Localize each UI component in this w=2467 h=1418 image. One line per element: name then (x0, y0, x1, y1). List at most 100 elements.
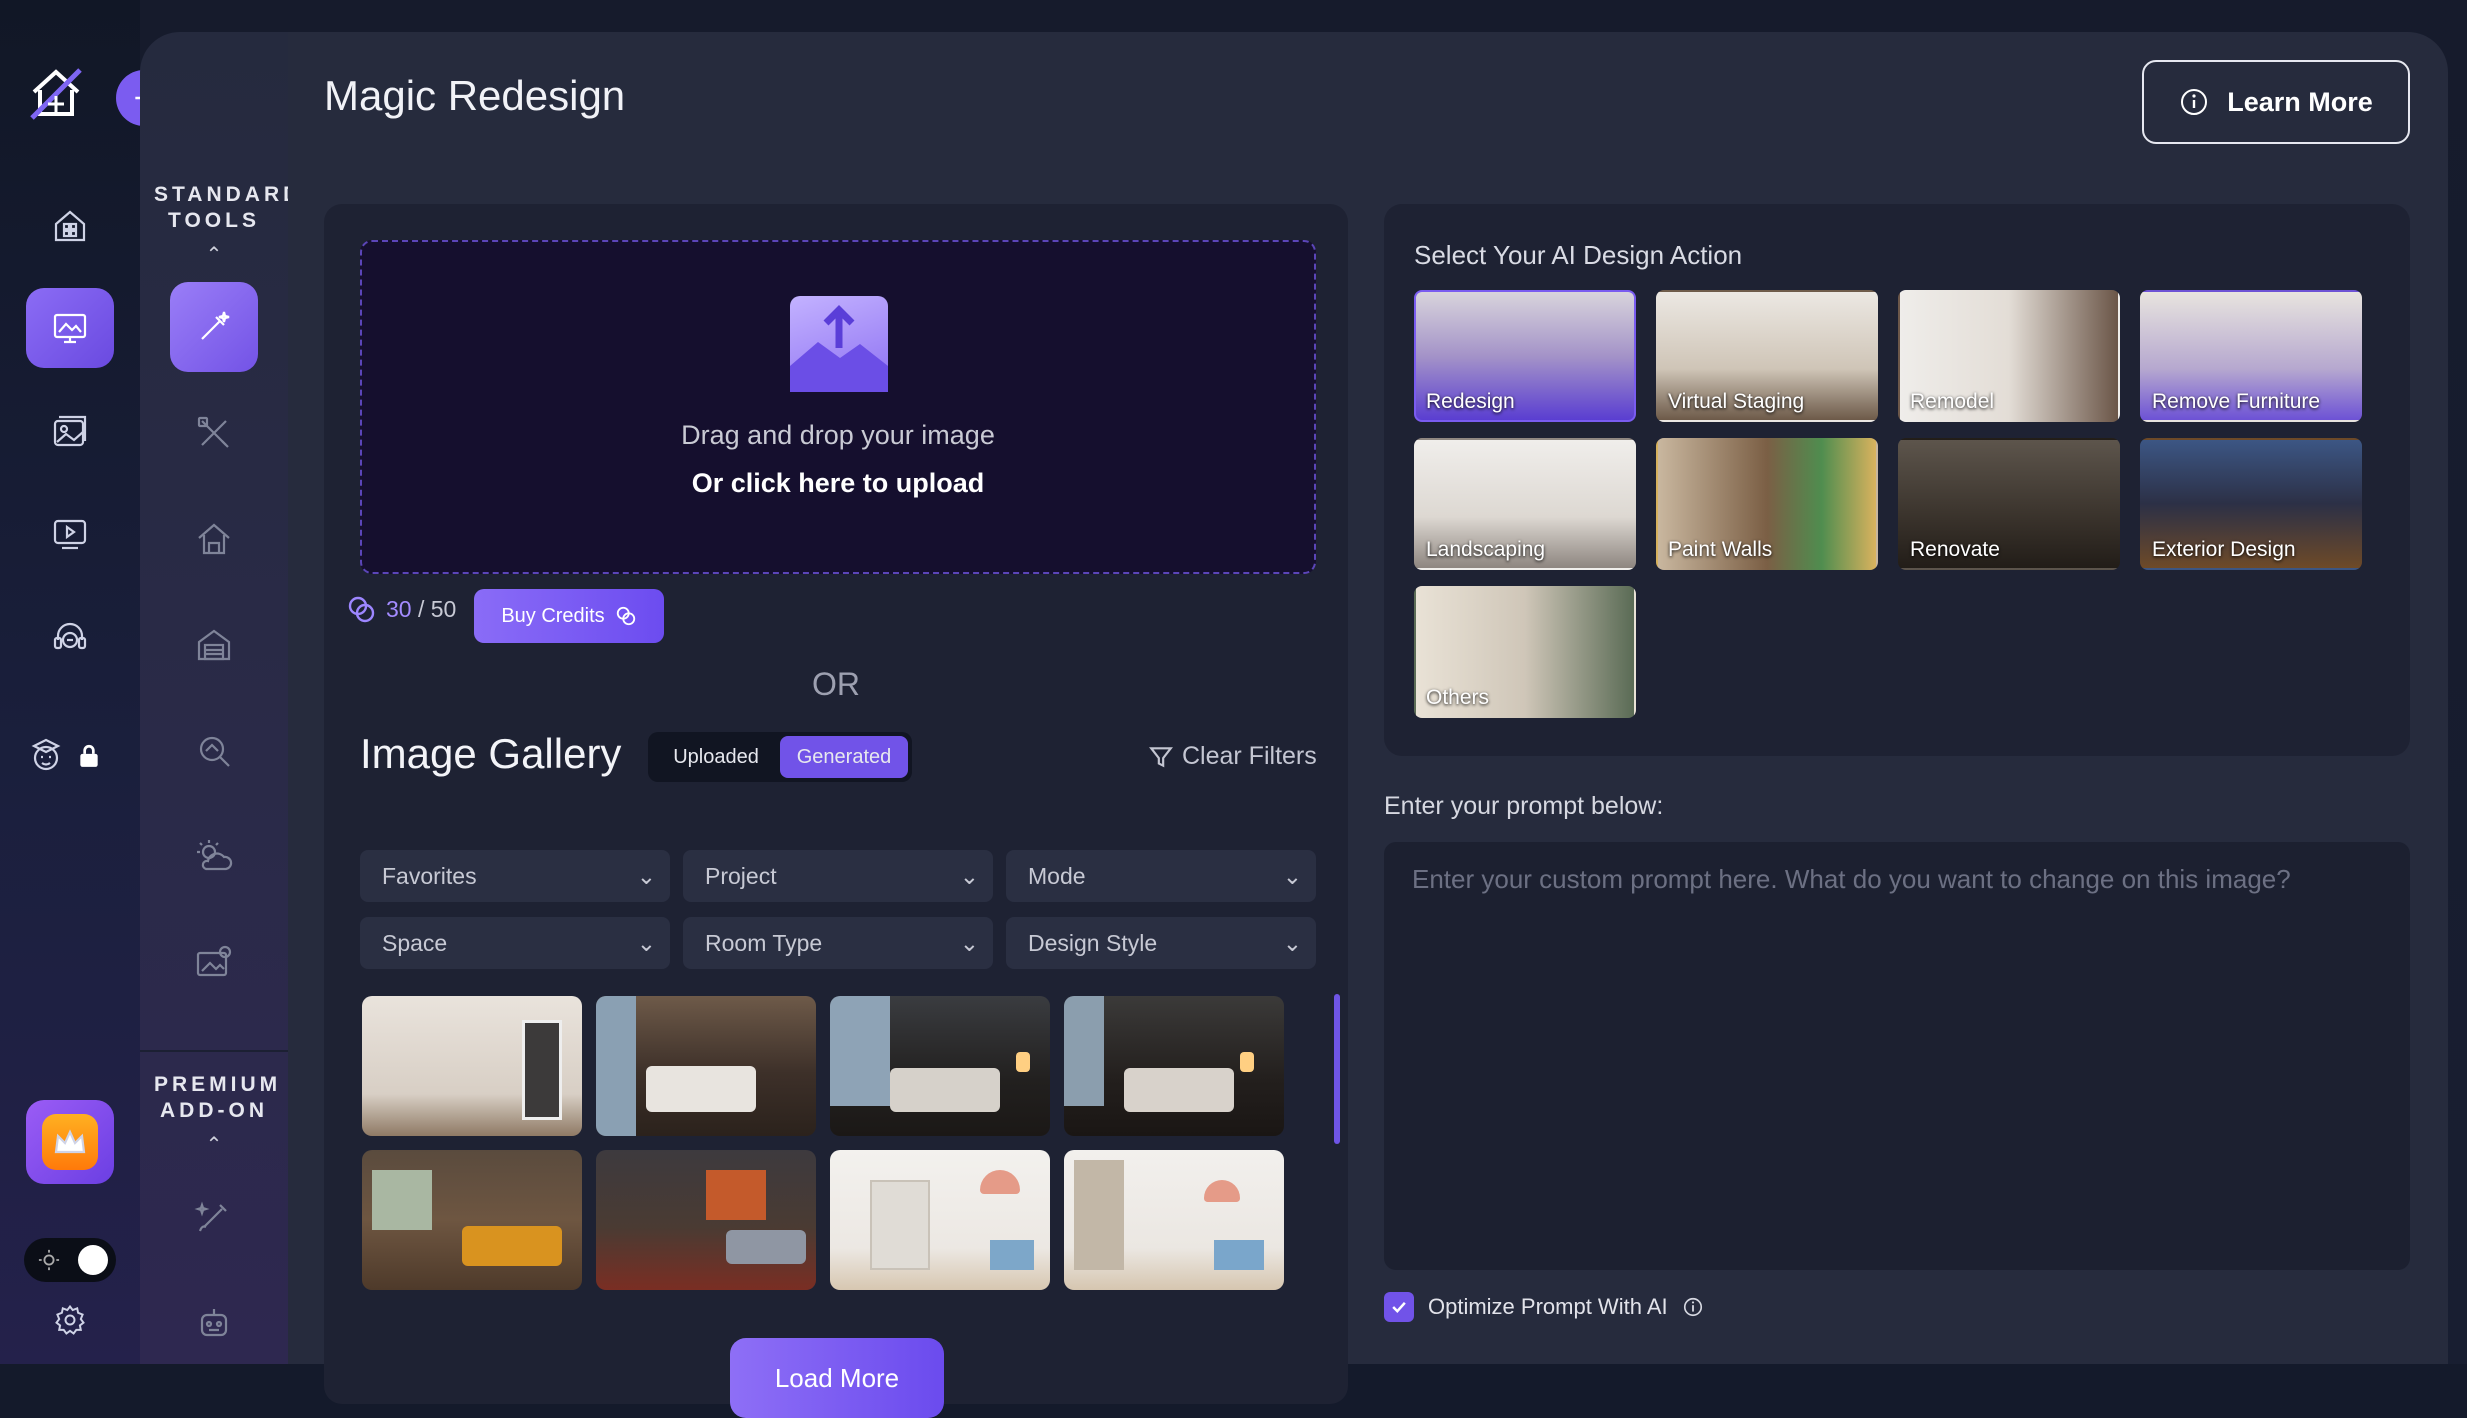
buy-credits-label: Buy Credits (501, 604, 605, 627)
action-label: Exterior Design (2152, 538, 2296, 561)
action-redesign[interactable]: Redesign (1414, 290, 1636, 422)
filter-design-style-label: Design Style (1028, 929, 1158, 956)
collapse-standard-chevron[interactable]: ⌃ (140, 242, 288, 267)
filter-icon (1149, 746, 1173, 767)
gallery-image[interactable] (596, 1150, 816, 1290)
optimize-prompt-option[interactable]: Optimize Prompt With AI (1384, 1292, 1704, 1322)
action-virtual-staging[interactable]: Virtual Staging (1656, 290, 1878, 422)
action-remove-furniture[interactable]: Remove Furniture (2140, 290, 2362, 422)
coins-icon (348, 596, 375, 623)
chevron-down-icon: ⌄ (1282, 929, 1302, 956)
tool-magic-wand[interactable] (170, 282, 258, 372)
gallery-title: Image Gallery (360, 730, 622, 777)
optimize-label: Optimize Prompt With AI (1428, 1294, 1668, 1319)
tab-generated[interactable]: Generated (780, 736, 908, 778)
dashboard-icon (54, 210, 86, 242)
garage-icon (197, 629, 231, 661)
filter-project[interactable]: Project ⌄ (683, 850, 993, 902)
nav-academy[interactable] (26, 716, 114, 796)
credits-total: 50 (430, 595, 457, 622)
collapse-premium-chevron[interactable]: ⌃ (140, 1132, 288, 1157)
check-icon (1392, 1301, 1406, 1313)
filter-mode-label: Mode (1028, 862, 1086, 889)
chevron-down-icon: ⌄ (636, 929, 656, 956)
magic-wand-icon (201, 311, 230, 340)
action-remodel[interactable]: Remodel (1898, 290, 2120, 422)
gallery-image[interactable] (596, 996, 816, 1136)
clear-filters-button[interactable]: Clear Filters (1148, 742, 1317, 771)
action-renovate[interactable]: Renovate (1898, 438, 2120, 570)
load-more-button[interactable]: Load More (730, 1338, 944, 1418)
prompt-textarea[interactable]: Enter your custom prompt here. What do y… (1384, 842, 2410, 1270)
gear-icon (55, 1304, 85, 1335)
theme-toggle[interactable] (24, 1238, 116, 1282)
action-paint-walls[interactable]: Paint Walls (1656, 438, 1878, 570)
info-icon (2181, 89, 2208, 115)
gallery-scrollbar[interactable] (1334, 994, 1340, 1144)
gallery-image[interactable] (1064, 1150, 1284, 1290)
action-label: Redesign (1426, 390, 1515, 413)
tools-icon (197, 416, 229, 448)
tool-weather[interactable] (170, 812, 258, 902)
filter-mode[interactable]: Mode ⌄ (1006, 850, 1316, 902)
buy-credits-button[interactable]: Buy Credits (474, 589, 664, 643)
chevron-down-icon: ⌄ (636, 862, 656, 889)
info-icon[interactable] (1682, 1296, 1704, 1318)
gallery-image[interactable] (830, 1150, 1050, 1290)
filter-room-type[interactable]: Room Type ⌄ (683, 917, 993, 969)
tool-inspect[interactable] (170, 706, 258, 796)
upload-hint: Drag and drop your image (681, 420, 995, 450)
tools-divider (140, 1050, 288, 1052)
upload-dropzone[interactable]: Drag and drop your image Or click here t… (360, 240, 1316, 574)
tool-brush[interactable] (170, 1172, 258, 1262)
action-landscaping[interactable]: Landscaping (1414, 438, 1636, 570)
credits-separator: / (411, 595, 431, 622)
premium-button[interactable] (26, 1100, 114, 1184)
tool-robot[interactable] (170, 1278, 258, 1368)
nav-design-studio[interactable] (26, 288, 114, 368)
tool-tools[interactable] (170, 388, 258, 478)
gallery-image[interactable] (362, 1150, 582, 1290)
nav-support[interactable] (26, 598, 114, 678)
upload-image-icon (790, 296, 888, 392)
weather-icon (197, 840, 233, 871)
nav-gallery[interactable] (26, 392, 114, 472)
brush-icon (194, 1201, 227, 1232)
filter-favorites[interactable]: Favorites ⌄ (360, 850, 670, 902)
credits-used: 30 (386, 595, 412, 622)
action-label: Virtual Staging (1668, 390, 1805, 413)
nav-dashboard[interactable] (26, 186, 114, 266)
main-nav-rail (0, 0, 254, 1364)
action-label: Others (1426, 686, 1490, 709)
gallery-icon (53, 415, 87, 447)
app-window: STANDARD TOOLS ⌃ PREMIUM ADD-ON ⌃ Magic … (0, 0, 2467, 1418)
tool-house[interactable] (170, 494, 258, 584)
gallery-image[interactable] (362, 996, 582, 1136)
credits-counter: 30 / 50 (346, 594, 456, 624)
main-content: Magic Redesign Learn More Drag and drop … (288, 32, 2448, 1418)
learn-more-button[interactable]: Learn More (2142, 60, 2410, 144)
nav-videos[interactable] (26, 494, 114, 574)
prompt-label: Enter your prompt below: (1384, 792, 1664, 820)
nav-settings[interactable] (26, 1280, 114, 1360)
tab-uploaded[interactable]: Uploaded (652, 736, 780, 778)
upload-gallery-panel: Drag and drop your image Or click here t… (324, 204, 1348, 1418)
logo-icon[interactable] (28, 66, 84, 122)
optimize-checkbox[interactable] (1384, 1292, 1414, 1322)
filter-project-label: Project (705, 862, 777, 889)
gallery-source-toggle: Uploaded Generated (648, 732, 912, 782)
filter-design-style[interactable]: Design Style ⌄ (1006, 917, 1316, 969)
gallery-image[interactable] (1064, 996, 1284, 1136)
lock-icon (80, 744, 98, 767)
action-others[interactable]: Others (1414, 586, 1636, 718)
filter-space[interactable]: Space ⌄ (360, 917, 670, 969)
page-title: Magic Redesign (324, 72, 626, 119)
action-exterior-design[interactable]: Exterior Design (2140, 438, 2362, 570)
gallery-image[interactable] (830, 996, 1050, 1136)
tool-garage[interactable] (170, 600, 258, 690)
or-divider: OR (812, 666, 860, 702)
crown-icon (42, 1114, 98, 1170)
action-label: Remove Furniture (2152, 390, 2321, 413)
tool-image-edit[interactable] (170, 918, 258, 1008)
tools-column: STANDARD TOOLS ⌃ PREMIUM ADD-ON ⌃ (140, 32, 298, 1364)
